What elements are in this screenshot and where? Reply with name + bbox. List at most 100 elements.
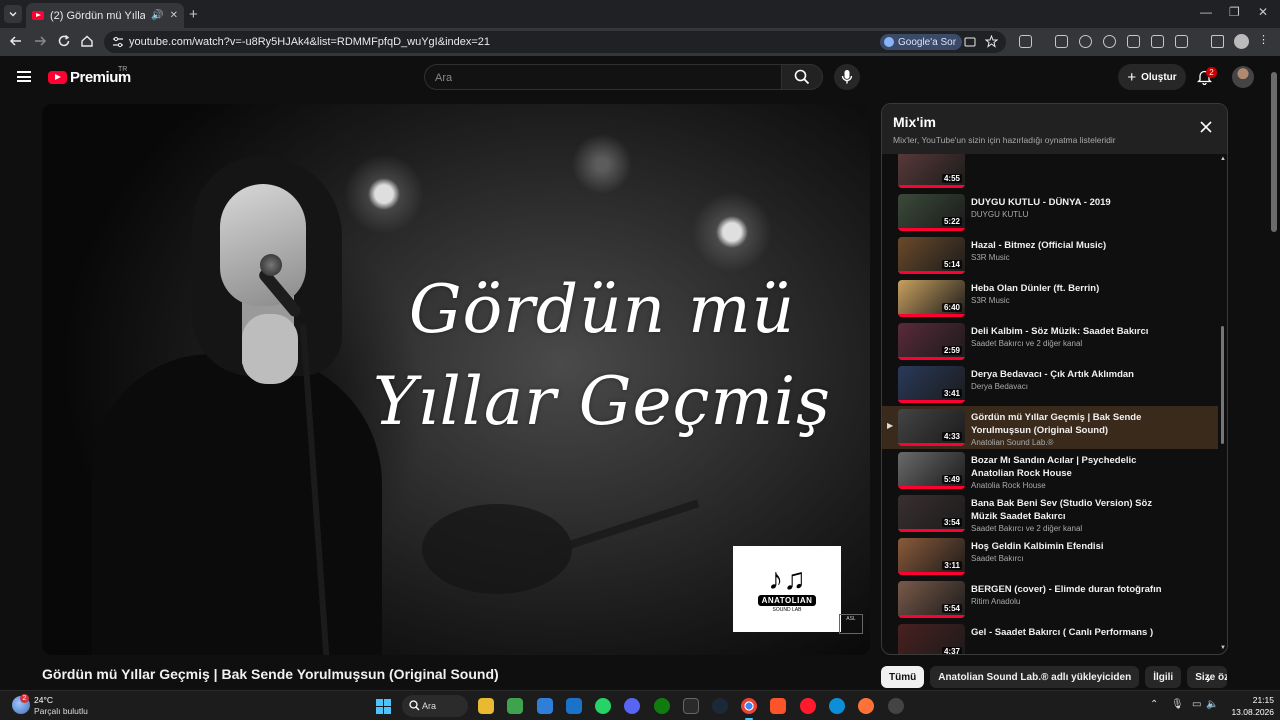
home-icon[interactable] [80, 34, 94, 48]
audio-playing-icon[interactable]: 🔊 [151, 10, 163, 21]
video-thumbnail[interactable]: 5:54 [898, 581, 965, 618]
back-arrow-icon[interactable] [9, 34, 23, 48]
windows-start-icon[interactable] [376, 699, 391, 714]
firefox-icon[interactable] [858, 698, 874, 714]
excel-icon[interactable] [507, 698, 523, 714]
playlist-item-title[interactable]: Bana Bak Beni Sev (Studio Version) Söz M… [971, 497, 1181, 523]
network-icon[interactable]: ▭ [1192, 699, 1201, 710]
google-ask-button[interactable]: Google'a Sor [880, 34, 963, 50]
window-close-icon[interactable]: ✕ [1258, 5, 1268, 19]
playlist-item-title[interactable]: Gördün mü Yıllar Geçmiş | Bak Sende Yoru… [971, 411, 1181, 437]
chrome-icon[interactable] [741, 698, 757, 720]
guide-menu-icon[interactable] [17, 71, 31, 82]
page-scrollbar[interactable] [1268, 56, 1280, 690]
youtube-premium-logo[interactable]: Premium TR [48, 66, 131, 86]
outlook-icon[interactable] [566, 698, 582, 714]
playlist-item-title[interactable]: Derya Bedavacı - Çık Artık Aklımdan [971, 368, 1181, 381]
history-icon[interactable] [1103, 35, 1116, 48]
playlist-scrollbar-thumb[interactable] [1221, 326, 1224, 444]
playlist-item[interactable]: 5:22 DUYGU KUTLU - DÜNYA - 2019 DUYGU KUTL… [882, 191, 1218, 234]
playlist-item[interactable]: 6:40 Heba Olan Dünler (ft. Berrin) S3R Mus… [882, 277, 1218, 320]
brave-icon[interactable] [770, 698, 786, 714]
bookmark-star-icon[interactable] [985, 35, 998, 48]
file-explorer-icon[interactable] [478, 698, 494, 714]
extensions-icon[interactable] [1019, 35, 1032, 48]
video-thumbnail[interactable]: 2:59 [898, 323, 965, 360]
tab-search-list-icon[interactable] [1211, 35, 1224, 48]
browser-tab-youtube[interactable]: (2) Gördün mü Yıllar Geçmiş 🔊 ✕ [26, 3, 184, 28]
opera-icon[interactable] [800, 698, 816, 714]
mix-playlist-items[interactable]: 4:55 5:22 DUYGU KUTLU - DÜNYA - 2019 DUYGU … [882, 154, 1227, 654]
chip-related[interactable]: İlgili [1145, 666, 1182, 688]
playlist-item[interactable]: 5:49 Bozar Mı Sandın Acılar | Psychedelic… [882, 449, 1218, 492]
minimize-icon[interactable]: — [1200, 5, 1212, 19]
browser-profile-avatar[interactable] [1234, 34, 1249, 49]
xbox-icon[interactable] [654, 698, 670, 714]
delete-data-icon[interactable] [1151, 35, 1164, 48]
tab-close-icon[interactable]: ✕ [170, 10, 178, 21]
playlist-item-title[interactable]: Heba Olan Dünler (ft. Berrin) [971, 282, 1181, 295]
scroll-down-arrow-icon[interactable]: ▼ [1220, 645, 1226, 651]
chevron-right-icon[interactable]: › [1206, 670, 1211, 686]
edge-icon[interactable] [829, 698, 845, 714]
steam-icon[interactable] [712, 698, 728, 714]
channel-watermark[interactable]: ASL [839, 614, 863, 634]
volume-icon[interactable]: 🔈 [1206, 699, 1218, 710]
playlist-item[interactable]: 3:54 Bana Bak Beni Sev (Studio Version) S… [882, 492, 1218, 535]
settings-gear-icon[interactable] [888, 698, 904, 714]
translate-icon[interactable] [1175, 35, 1188, 48]
bookmarks-icon[interactable] [1079, 35, 1092, 48]
page-scrollbar-thumb[interactable] [1271, 72, 1277, 232]
tab-search-button[interactable] [4, 5, 22, 23]
playlist-item-title[interactable]: Gel - Saadet Bakırcı ( Canlı Performans … [971, 626, 1181, 639]
forward-arrow-icon[interactable] [33, 34, 47, 48]
reading-list-icon[interactable] [1055, 35, 1068, 48]
playlist-item[interactable]: 4:37 Gel - Saadet Bakırcı ( Canlı Perform… [882, 621, 1218, 654]
playlist-item-title[interactable]: Hoş Geldin Kalbimin Efendisi [971, 540, 1181, 553]
maximize-icon[interactable]: ❐ [1229, 5, 1240, 19]
install-app-icon[interactable] [964, 36, 976, 48]
site-settings-icon[interactable] [112, 36, 124, 48]
playlist-item-title[interactable]: Bozar Mı Sandın Acılar | Psychedelic Ana… [971, 454, 1181, 480]
playlist-item[interactable]: 3:41 Derya Bedavacı - Çık Artık Aklımdan D… [882, 363, 1218, 406]
show-hidden-icons-icon[interactable]: ⌃ [1150, 699, 1158, 710]
playlist-item-title[interactable]: Deli Kalbim - Söz Müzik: Saadet Bakırcı [971, 325, 1181, 338]
weather-temperature[interactable]: 24°C [34, 695, 53, 705]
weather-description[interactable]: Parçalı bulutlu [34, 706, 88, 716]
address-bar[interactable]: youtube.com/watch?v=-u8Ry5HJAk4&list=RDM… [104, 31, 1006, 53]
playlist-item-title[interactable]: BERGEN (cover) - Elimde duran fotoğrafın [971, 583, 1181, 596]
playlist-item-title[interactable]: Hazal - Bitmez (Official Music) [971, 239, 1181, 252]
search-button[interactable] [781, 64, 823, 90]
system-clock[interactable]: 21:15 13.08.2026 [1218, 694, 1274, 718]
whatsapp-icon[interactable] [595, 698, 611, 714]
scroll-up-arrow-icon[interactable]: ▲ [1220, 156, 1226, 162]
chip-all[interactable]: Tümü [881, 666, 925, 688]
search-input[interactable]: Ara [424, 64, 782, 90]
playlist-item-current[interactable]: ▶ 4:33 Gördün mü Yıllar Geçmiş | Bak Sende… [882, 406, 1218, 449]
downloads-icon[interactable] [1127, 35, 1140, 48]
playlist-item[interactable]: 5:14 Hazal - Bitmez (Official Music) S3R M… [882, 234, 1218, 277]
create-button[interactable]: + Oluştur [1118, 64, 1186, 90]
reload-icon[interactable] [57, 34, 71, 48]
microsoft-store-icon[interactable] [537, 698, 553, 714]
video-thumbnail[interactable]: 3:11 [898, 538, 965, 575]
playlist-item[interactable]: 5:54 BERGEN (cover) - Elimde duran fotoğr… [882, 578, 1218, 621]
video-thumbnail[interactable]: 3:41 [898, 366, 965, 403]
video-thumbnail[interactable]: 4:33 [898, 409, 965, 446]
playlist-item-title[interactable]: DUYGU KUTLU - DÜNYA - 2019 [971, 196, 1181, 209]
video-player[interactable]: Gördün mü Yıllar Geçmiş ♪♫ ANATOLIAN SOU… [42, 104, 870, 655]
playlist-item[interactable]: 3:11 Hoş Geldin Kalbimin Efendisi Saadet B… [882, 535, 1218, 578]
video-thumbnail[interactable]: 4:55 [898, 154, 965, 188]
account-avatar[interactable] [1232, 66, 1254, 88]
video-thumbnail[interactable]: 6:40 [898, 280, 965, 317]
video-thumbnail[interactable]: 5:49 [898, 452, 965, 489]
more-menu-icon[interactable]: ⋮ [1258, 33, 1271, 46]
chip-uploader[interactable]: Anatolian Sound Lab.® adlı yükleyiciden [930, 666, 1140, 688]
video-thumbnail[interactable]: 5:14 [898, 237, 965, 274]
epic-games-icon[interactable] [683, 698, 699, 714]
microphone-tray-icon[interactable]: 🎙 [1171, 699, 1184, 710]
playlist-item[interactable]: 2:59 Deli Kalbim - Söz Müzik: Saadet Bakı… [882, 320, 1218, 363]
playlist-item[interactable]: 4:55 [882, 154, 1218, 191]
voice-search-button[interactable] [834, 64, 860, 90]
close-icon[interactable] [1200, 121, 1212, 133]
